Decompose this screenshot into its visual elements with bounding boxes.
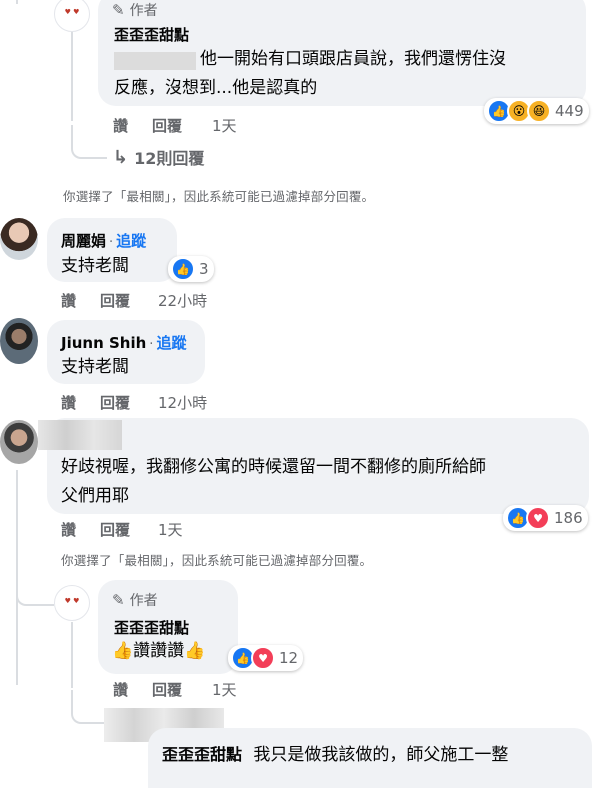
thread-elbow [16, 570, 54, 606]
reply-button[interactable]: 回覆 [100, 392, 130, 413]
comment-text: 支持老闆 [61, 357, 129, 377]
pencil-icon: ✎ [112, 1, 125, 19]
commenter-name[interactable]: 歪歪歪甜點 [114, 24, 189, 45]
author-badge: ✎ 作者 [112, 591, 158, 609]
shop-logo-icon: ♥ ♥ [64, 8, 80, 16]
author-badge: ✎ 作者 [112, 1, 158, 19]
thread-line [71, 622, 73, 688]
comment-text: 👍讚讚讚👍 [112, 641, 206, 661]
reaction-summary[interactable]: 👍 ♥ 12 [228, 645, 304, 671]
comment-text: 支持老闆 [61, 256, 129, 276]
reply-button[interactable]: 回覆 [152, 679, 182, 700]
pencil-icon: ✎ [112, 591, 125, 609]
view-replies-link[interactable]: ↳ 12則回覆 [113, 145, 204, 169]
like-button[interactable]: 讚 [61, 392, 76, 413]
reaction-count: 3 [199, 260, 209, 278]
reaction-summary[interactable]: 👍 😮 😆 449 [484, 98, 589, 124]
avatar[interactable] [0, 318, 38, 364]
reply-button[interactable]: 回覆 [100, 519, 130, 540]
reaction-count: 449 [555, 102, 584, 120]
like-icon: 👍 [171, 257, 195, 281]
comment-text: 反應，沒想到...他是認真的 [114, 78, 318, 98]
reaction-summary[interactable]: 👍 3 [168, 256, 214, 282]
commenter-name[interactable]: 歪歪歪甜點 [114, 617, 189, 638]
thread-elbow [71, 690, 107, 724]
timestamp[interactable]: 1天 [212, 679, 237, 700]
follow-button[interactable]: 追蹤 [156, 334, 186, 352]
timestamp[interactable]: 12小時 [158, 392, 207, 413]
filter-notice: 你選擇了「最相關」，因此系統可能已過濾掉部分回覆。 [63, 189, 375, 204]
redacted-name [38, 420, 122, 450]
commenter-name[interactable]: 周麗娟 [61, 232, 106, 250]
comment-text-row: 歪歪歪甜點 我只是做我該做的，師父施工一整 [162, 740, 508, 765]
filter-notice: 你選擇了「最相關」，因此系統可能已過濾掉部分回覆。 [61, 553, 373, 568]
haha-icon: 😆 [527, 99, 551, 123]
comment-text: 他一開始有口頭跟店員說，我們還愣住沒 [200, 49, 506, 69]
love-icon: ♥ [251, 646, 275, 670]
comment-text: 好歧視喔，我翻修公寓的時候還留一間不翻修的廁所給師 [61, 457, 486, 477]
thread-elbow [71, 125, 107, 159]
avatar[interactable] [0, 218, 38, 260]
comment-text: 我只是做我該做的，師父施工一整 [253, 745, 509, 765]
timestamp[interactable]: 1天 [158, 519, 183, 540]
like-button[interactable]: 讚 [113, 679, 128, 700]
reply-button[interactable]: 回覆 [100, 290, 130, 311]
love-icon: ♥ [526, 506, 550, 530]
avatar[interactable] [0, 420, 38, 464]
mention-link[interactable]: 歪歪歪甜點 [162, 745, 242, 764]
avatar[interactable]: ♥ ♥ [54, 585, 90, 621]
commenter-header: 周麗娟 · 追蹤 [61, 232, 147, 250]
timestamp[interactable]: 22小時 [158, 290, 207, 311]
commenter-header: Jiunn Shih · 追蹤 [61, 334, 187, 352]
thread-line [71, 31, 73, 121]
reaction-count: 186 [554, 509, 583, 527]
avatar[interactable]: ♥ ♥ [54, 0, 90, 32]
reply-arrow-icon: ↳ [113, 146, 129, 168]
comment-text: 父們用耶 [61, 486, 129, 506]
reply-button[interactable]: 回覆 [152, 115, 182, 136]
reaction-count: 12 [279, 649, 299, 667]
like-button[interactable]: 讚 [113, 115, 128, 136]
follow-button[interactable]: 追蹤 [116, 232, 146, 250]
timestamp[interactable]: 1天 [212, 115, 237, 136]
shop-logo-icon: ♥ ♥ [64, 597, 80, 605]
thread-line [16, 0, 18, 4]
redacted-mention [114, 52, 196, 70]
commenter-name[interactable]: Jiunn Shih [61, 334, 146, 352]
like-button[interactable]: 讚 [61, 290, 76, 311]
like-button[interactable]: 讚 [61, 519, 76, 540]
reaction-summary[interactable]: 👍 ♥ 186 [503, 505, 588, 531]
